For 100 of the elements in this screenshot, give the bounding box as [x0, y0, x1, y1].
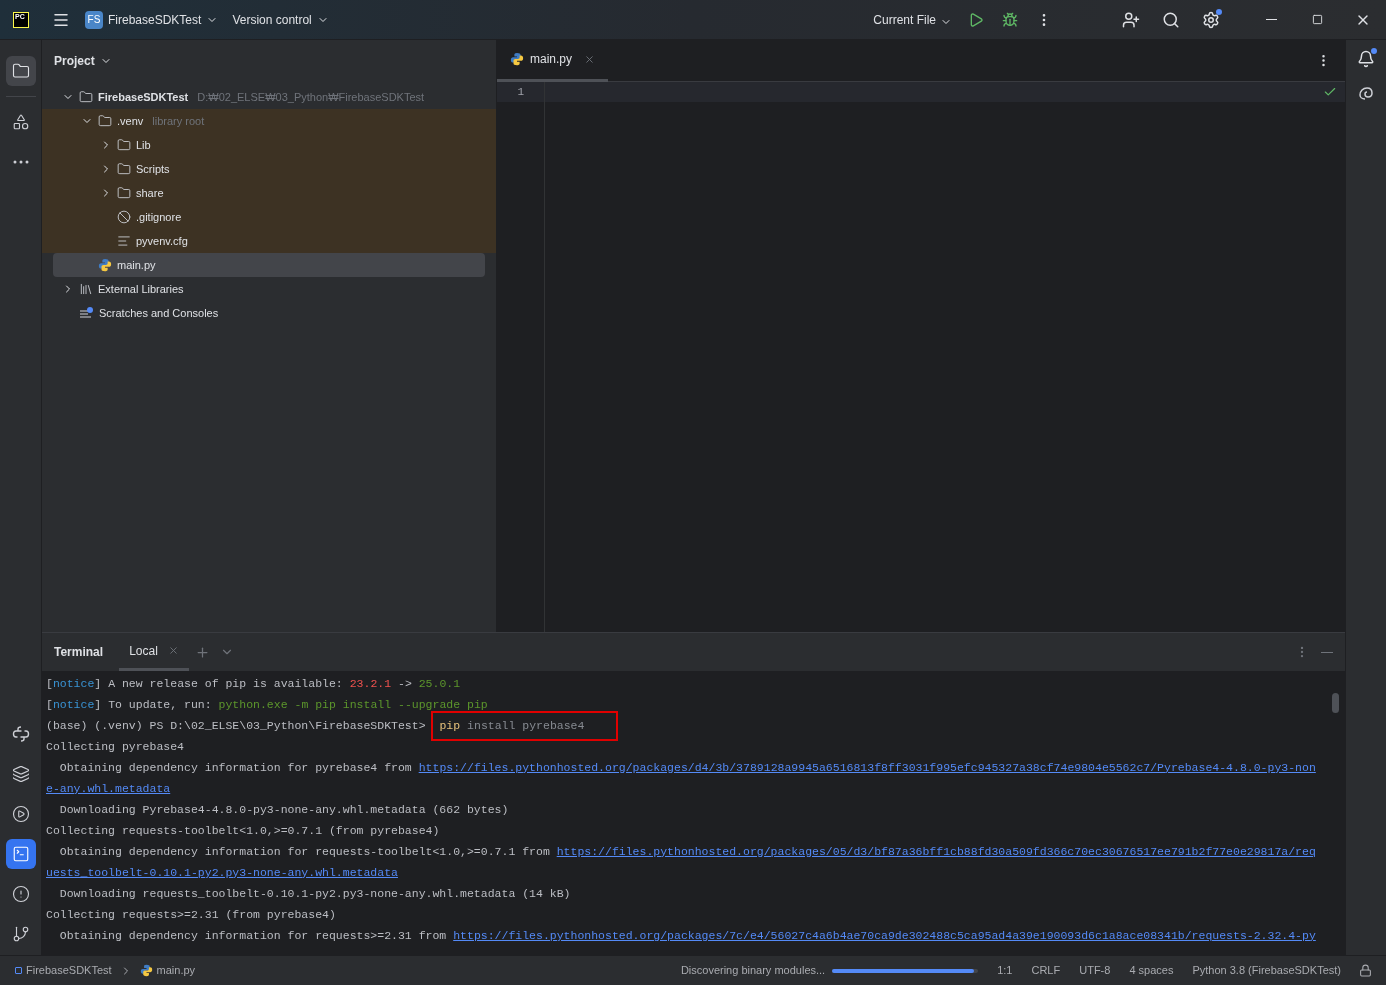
- text-file-icon: [117, 234, 131, 248]
- view-mode-dropdown[interactable]: Project: [42, 40, 112, 82]
- close-icon[interactable]: [584, 53, 596, 65]
- scrollbar-thumb[interactable]: [1332, 693, 1339, 713]
- terminal-icon: [11, 845, 30, 863]
- terminal-text: Obtaining dependency information for requests-toolbelt<1.0,>=0.7.1 from: [58, 843, 551, 860]
- folder-icon: [79, 90, 93, 104]
- terminal-tab[interactable]: Local: [119, 633, 189, 671]
- terminal-text: Collecting pyrebase4: [46, 738, 185, 755]
- folder-icon: [11, 62, 30, 80]
- terminal-link[interactable]: https://files.pythonhosted.org/packages/d4/3b/3789128a9945a6516813f8ff3031f995efc945327a38cf74e9804e5562c7/Pyrebase4-4.8.0-py3-non: [418, 758, 1316, 777]
- item-name: pyvenv.cfg: [136, 233, 188, 249]
- folder-icon: [98, 114, 112, 128]
- terminal-link[interactable]: e-any.whl.metadata: [46, 779, 171, 798]
- item-name: FirebaseSDKTest: [98, 89, 189, 105]
- item-hint: library root: [152, 113, 205, 129]
- search-button[interactable]: [1162, 10, 1180, 29]
- breadcrumb[interactable]: FirebaseSDKTest: [15, 962, 112, 979]
- item-name: main.py: [117, 257, 156, 273]
- item-name: share: [136, 185, 164, 201]
- folder-icon: [117, 138, 131, 152]
- terminal-text: notice: [52, 675, 95, 692]
- tree-item[interactable]: .gitignore: [42, 205, 496, 229]
- debug-button[interactable]: [1002, 11, 1018, 28]
- settings-icon: [1202, 10, 1220, 29]
- item-name: External Libraries: [98, 281, 184, 297]
- read-only-toggle[interactable]: [1359, 964, 1372, 977]
- maximize-icon: [1311, 14, 1323, 25]
- item-name: Scripts: [136, 161, 170, 177]
- close-icon[interactable]: [167, 645, 179, 656]
- terminal-text: 25.0.1: [418, 675, 461, 692]
- item-name: Scratches and Consoles: [99, 305, 219, 321]
- settings-button[interactable]: [1202, 10, 1220, 29]
- terminal-text: 23.2.1: [349, 675, 392, 692]
- terminal-text: Downloading Pyrebase4-4.8.0-py3-none-any.whl.metadata (662 bytes): [58, 801, 509, 818]
- terminal-link[interactable]: https://files.pythonhosted.org/packages/7c/e4/56027c4a6b4ae70ca9de302488c5ca95ad4a39e190093d6c1a8ace08341b/requests-2.32.4-py: [453, 926, 1316, 945]
- folder-icon: [117, 186, 131, 200]
- terminal-text: ->: [397, 675, 413, 692]
- code-with-me-button[interactable]: [1122, 10, 1140, 29]
- folder-tool-button[interactable]: [5, 56, 36, 86]
- spiral-icon: [1357, 84, 1375, 102]
- status-item[interactable]: Python 3.8 (FirebaseSDKTest): [1192, 962, 1341, 979]
- line-number: 1: [497, 82, 544, 102]
- terminal-link[interactable]: uests_toolbelt-0.10.1-py2.py3-none-any.whl.metadata: [46, 863, 398, 882]
- status-item[interactable]: 4 spaces: [1129, 962, 1174, 979]
- tree-item[interactable]: share: [42, 181, 496, 205]
- plus-icon: [194, 644, 210, 660]
- folder-icon: [117, 162, 131, 176]
- run-icon: [968, 11, 984, 28]
- terminal-text: Downloading requests_toolbelt-0.10.1-py2.py3-none-any.whl.metadata (14 kB): [58, 885, 571, 902]
- background-task-label: Discovering binary modules...: [680, 963, 826, 979]
- terminal-text: ] A new release of pip is available:: [94, 675, 344, 692]
- python-icon: [98, 258, 112, 272]
- terminal-text: notice: [52, 696, 95, 713]
- ai-assistant-button[interactable]: [1357, 84, 1375, 102]
- search-icon: [1162, 10, 1180, 29]
- panel-title: Terminal: [54, 644, 104, 661]
- python-icon: [139, 964, 153, 977]
- user-add-icon: [1122, 10, 1140, 29]
- item-name: Lib: [136, 137, 151, 153]
- structure-icon: [11, 113, 30, 131]
- item-name: .gitignore: [136, 209, 182, 225]
- minimize-icon: [1321, 651, 1333, 653]
- run-button[interactable]: [968, 11, 984, 28]
- status-item[interactable]: UTF-8: [1079, 962, 1111, 979]
- terminal-text: [: [46, 696, 53, 713]
- tree-item[interactable]: main.py: [53, 253, 485, 277]
- tree-item[interactable]: pyvenv.cfg: [42, 229, 496, 253]
- scratches-icon: [79, 306, 94, 320]
- terminal-tool-button[interactable]: [5, 839, 36, 869]
- problems-icon: [11, 885, 30, 903]
- terminal-text: [: [46, 675, 53, 692]
- run-config-selector[interactable]: Current File: [873, 10, 952, 29]
- tree-item[interactable]: .venv library root: [42, 109, 496, 133]
- tree-item[interactable]: FirebaseSDKTest D:₩02_ELSE₩03_Python₩FirebaseSDKTest: [42, 85, 496, 109]
- item-name: .venv: [117, 113, 144, 129]
- services-icon: [11, 805, 30, 823]
- status-item[interactable]: CRLF: [1031, 962, 1061, 979]
- tree-item[interactable]: External Libraries: [42, 277, 496, 301]
- terminal-link[interactable]: https://files.pythonhosted.org/packages/05/d3/bf87a36bff1cb88fd30a509fd366c70ec30676517ee791b2f77e0e29817a/req: [556, 842, 1316, 861]
- ignore-file-icon: [117, 210, 131, 224]
- new-tab-button[interactable]: [194, 644, 210, 660]
- notifications-button[interactable]: [1357, 50, 1375, 68]
- more-icon: [12, 160, 29, 164]
- tree-item[interactable]: Scratches and Consoles: [42, 301, 496, 325]
- terminal-text: Collecting requests>=2.31 (from pyrebase4): [46, 906, 336, 923]
- tree-item[interactable]: Lib: [42, 133, 496, 157]
- tree-item[interactable]: Scripts: [42, 157, 496, 181]
- status-item[interactable]: 1:1: [997, 962, 1013, 979]
- library-icon: [79, 282, 93, 296]
- lock-icon: [1359, 964, 1372, 977]
- terminal-text: Collecting requests-toolbelt<1.0,>=0.7.1 (from pyrebase4): [46, 822, 440, 839]
- project-switcher[interactable]: FS FirebaseSDKTest: [81, 6, 223, 33]
- terminal-text: ] To update, run:: [94, 696, 213, 713]
- terminal-text: pip: [439, 717, 461, 734]
- vcs-selector[interactable]: Version control: [232, 6, 329, 33]
- bell-icon: [1357, 50, 1375, 68]
- module-icon: [15, 967, 22, 974]
- minimize-icon: [1265, 19, 1277, 20]
- breadcrumb[interactable]: main.py: [139, 962, 196, 979]
